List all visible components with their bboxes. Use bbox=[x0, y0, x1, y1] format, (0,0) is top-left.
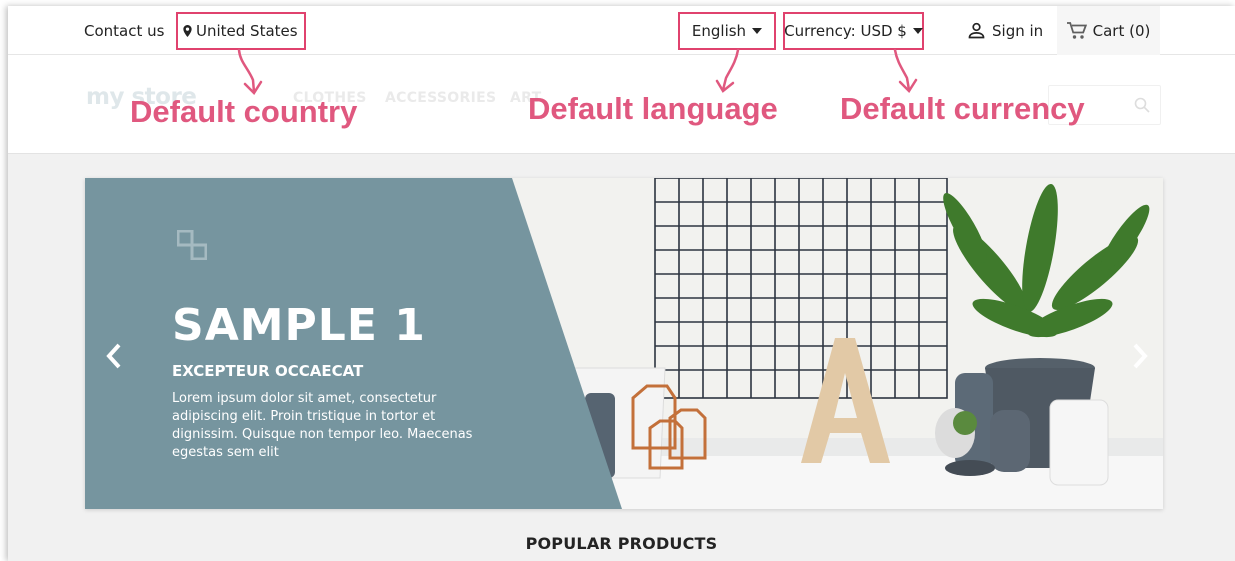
sign-in-label: Sign in bbox=[992, 21, 1044, 40]
annotation-arrow-country bbox=[237, 48, 263, 95]
language-label: English bbox=[691, 22, 747, 40]
language-selector[interactable]: English bbox=[678, 12, 776, 50]
annotation-default-country: Default country bbox=[130, 94, 358, 129]
slide-logo-icon bbox=[177, 230, 207, 260]
annotation-default-language: Default language bbox=[528, 91, 778, 126]
search-icon bbox=[1134, 97, 1150, 113]
currency-selector[interactable]: Currency: USD $ bbox=[783, 12, 924, 50]
shopping-cart-icon bbox=[1066, 21, 1087, 39]
country-label: United States bbox=[196, 22, 298, 40]
map-pin-icon bbox=[183, 25, 192, 37]
carousel-prev-arrow-icon[interactable] bbox=[104, 342, 122, 370]
hero-carousel: SAMPLE 1 EXCEPTEUR OCCAECAT Lorem ipsum … bbox=[85, 178, 1163, 509]
country-selector[interactable]: United States bbox=[176, 12, 306, 50]
top-nav: Contact us United States English Currenc… bbox=[8, 6, 1235, 55]
caret-down-icon bbox=[912, 28, 923, 34]
currency-label: Currency: USD $ bbox=[784, 22, 907, 40]
slide-description: Lorem ipsum dolor sit amet, consectetur … bbox=[172, 391, 473, 460]
annotation-arrow-language bbox=[715, 48, 740, 93]
cart-label: Cart (0) bbox=[1092, 21, 1151, 40]
menu-accessories[interactable]: ACCESSORIES bbox=[385, 90, 496, 106]
contact-us-link[interactable]: Contact us bbox=[84, 6, 164, 55]
carousel-next-arrow-icon[interactable] bbox=[1132, 342, 1150, 370]
sign-in-link[interactable]: Sign in bbox=[968, 6, 1043, 55]
slide-subtitle: EXCEPTEUR OCCAECAT bbox=[172, 362, 364, 380]
cart-link[interactable]: Cart (0) bbox=[1057, 6, 1160, 55]
popular-products-heading: POPULAR PRODUCTS bbox=[525, 534, 718, 553]
caret-down-icon bbox=[752, 28, 763, 34]
store-page: Contact us United States English Currenc… bbox=[8, 6, 1235, 561]
annotation-arrow-currency bbox=[893, 48, 918, 93]
slide-title: SAMPLE 1 bbox=[172, 300, 426, 351]
annotation-default-currency: Default currency bbox=[840, 91, 1085, 126]
user-icon bbox=[968, 22, 985, 39]
